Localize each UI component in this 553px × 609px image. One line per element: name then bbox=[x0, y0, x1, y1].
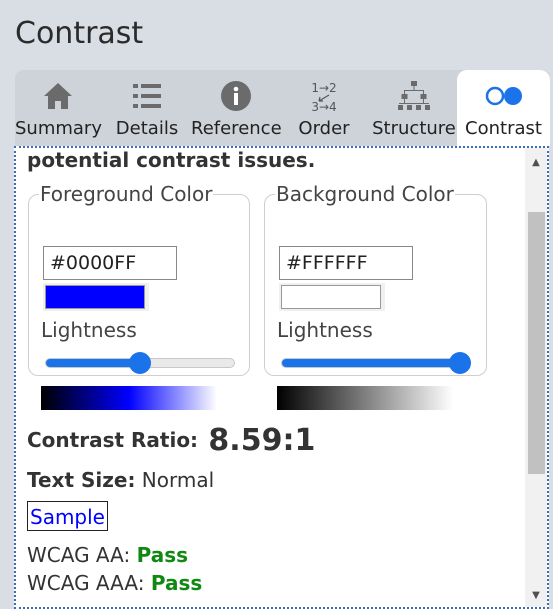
foreground-lightness-label: Lightness bbox=[41, 318, 137, 342]
sample-text-preview: Sample bbox=[27, 501, 108, 531]
foreground-color-group: Foreground Color Lightness bbox=[28, 182, 250, 410]
background-lightness-gradient bbox=[277, 386, 453, 410]
contrast-panel-content: potential contrast issues. Foreground Co… bbox=[14, 146, 549, 609]
foreground-slider-thumb[interactable] bbox=[129, 352, 151, 374]
foreground-slider-fill bbox=[46, 359, 141, 367]
home-icon bbox=[38, 78, 78, 114]
background-slider-thumb[interactable] bbox=[449, 352, 471, 374]
contrast-ratio-label: Contrast Ratio: bbox=[27, 428, 199, 452]
background-slider-fill bbox=[282, 359, 461, 367]
tab-summary-label: Summary bbox=[15, 118, 102, 139]
info-icon bbox=[216, 78, 256, 114]
foreground-swatch[interactable] bbox=[45, 285, 145, 309]
background-lightness-label: Lightness bbox=[277, 318, 373, 342]
intro-text: potential contrast issues. bbox=[27, 148, 316, 172]
text-size-label: Text Size: bbox=[27, 468, 136, 492]
foreground-lightness-gradient bbox=[41, 386, 217, 410]
wcag-aa-row: WCAG AA: Pass bbox=[27, 543, 188, 567]
scroll-down-arrow-icon[interactable]: ▼ bbox=[525, 585, 547, 605]
svg-text:1→2: 1→2 bbox=[311, 81, 336, 95]
tab-reference[interactable]: Reference bbox=[191, 70, 282, 146]
panel-title: Contrast bbox=[15, 16, 144, 51]
tab-order-label: Order bbox=[298, 118, 350, 139]
svg-text:3→4: 3→4 bbox=[311, 100, 336, 113]
foreground-legend: Foreground Color bbox=[40, 182, 213, 206]
tab-summary[interactable]: Summary bbox=[15, 70, 102, 146]
tab-bar: Summary Details Reference 1→2 3→4 Order … bbox=[15, 70, 550, 146]
tab-order[interactable]: 1→2 3→4 Order bbox=[291, 70, 357, 146]
structure-icon bbox=[394, 78, 434, 114]
contrast-icon bbox=[484, 78, 524, 114]
wcag-aaa-label: WCAG AAA: bbox=[27, 571, 145, 595]
contrast-ratio-row: Contrast Ratio: 8.59:1 bbox=[27, 420, 316, 458]
wcag-aaa-row: WCAG AAA: Pass bbox=[27, 571, 202, 595]
tab-structure-label: Structure bbox=[372, 118, 456, 139]
tab-contrast-label: Contrast bbox=[465, 118, 542, 139]
tab-structure[interactable]: Structure bbox=[367, 70, 461, 146]
tab-details[interactable]: Details bbox=[111, 70, 183, 146]
foreground-hex-input[interactable] bbox=[43, 246, 177, 280]
background-hex-input[interactable] bbox=[279, 246, 413, 280]
background-swatch[interactable] bbox=[281, 285, 381, 309]
background-legend: Background Color bbox=[276, 182, 454, 206]
contrast-ratio-value: 8.59:1 bbox=[208, 423, 316, 458]
scroll-up-arrow-icon[interactable]: ▲ bbox=[525, 152, 547, 172]
tab-reference-label: Reference bbox=[191, 118, 282, 139]
vertical-scrollbar[interactable]: ▲ ▼ bbox=[525, 148, 547, 607]
tab-details-label: Details bbox=[115, 118, 179, 139]
background-color-group: Background Color Lightness bbox=[264, 182, 487, 410]
background-lightness-slider[interactable] bbox=[281, 358, 471, 368]
scrollbar-thumb[interactable] bbox=[528, 212, 545, 474]
wcag-aa-value: Pass bbox=[136, 543, 189, 567]
list-icon bbox=[127, 78, 167, 114]
text-size-row: Text Size: Normal bbox=[27, 468, 214, 492]
tab-contrast[interactable]: Contrast bbox=[457, 70, 550, 146]
wcag-aa-label: WCAG AA: bbox=[27, 543, 131, 567]
order-icon: 1→2 3→4 bbox=[304, 78, 344, 114]
text-size-value: Normal bbox=[141, 468, 215, 492]
wcag-aaa-value: Pass bbox=[150, 571, 203, 595]
